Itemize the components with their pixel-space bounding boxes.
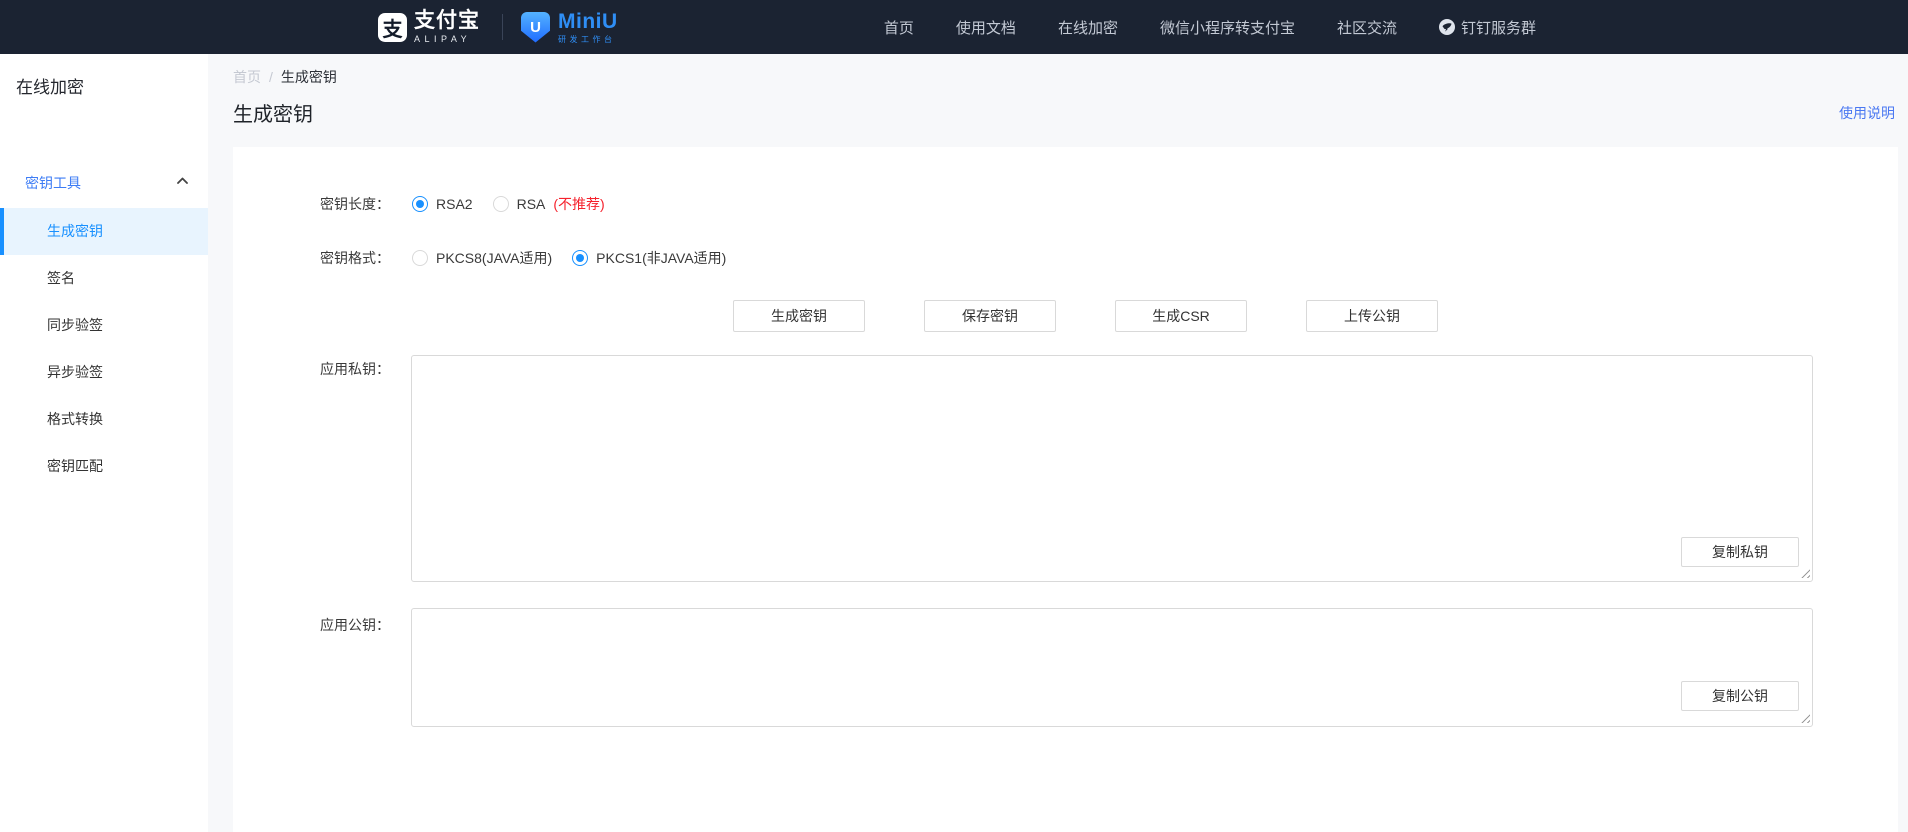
public-key-textarea[interactable] (411, 608, 1813, 727)
radio-rsa2[interactable]: RSA2 (412, 196, 473, 212)
copy-public-key-button[interactable]: 复制公钥 (1681, 681, 1799, 711)
app-root: 支 支付宝 ALIPAY U MiniU 研发工作台 首页 使用文档 在线加密 … (0, 0, 1908, 832)
radio-rsa[interactable]: RSA (不推荐) (493, 194, 605, 214)
miniu-shield-icon: U (521, 12, 550, 43)
upload-public-key-button[interactable]: 上传公钥 (1306, 300, 1438, 332)
sidebar-item-sign[interactable]: 签名 (0, 255, 208, 302)
miniu-logo-subtitle: 研发工作台 (558, 36, 618, 44)
radio-pkcs1-label: PKCS1(非JAVA适用) (596, 248, 726, 268)
page-title: 生成密钥 (233, 98, 313, 127)
nav-item-dingtalk-group[interactable]: 钉钉服务群 (1439, 17, 1536, 38)
sidebar-group-label: 密钥工具 (25, 173, 81, 193)
alipay-logo-text: 支付宝 (414, 10, 480, 31)
breadcrumb-separator: / (269, 69, 273, 85)
radio-pkcs8[interactable]: PKCS8(JAVA适用) (412, 248, 552, 268)
usage-help-link[interactable]: 使用说明 (1839, 103, 1895, 123)
action-button-row: 生成密钥 保存密钥 生成CSR 上传公钥 (733, 300, 1438, 332)
nav-item-online-encrypt[interactable]: 在线加密 (1058, 17, 1118, 38)
radio-pkcs1[interactable]: PKCS1(非JAVA适用) (572, 248, 726, 268)
key-length-row: 密钥长度： RSA2 RSA (不推荐) (233, 188, 605, 220)
radio-rsa2-label: RSA2 (436, 196, 473, 212)
logo-divider (502, 14, 503, 40)
radio-rsa-not-recommended-note: (不推荐) (553, 194, 604, 214)
main-header: 首页 / 生成密钥 生成密钥 使用说明 (208, 54, 1908, 147)
sidebar-item-format-convert[interactable]: 格式转换 (0, 396, 208, 443)
nav-item-home[interactable]: 首页 (884, 17, 914, 38)
sidebar-item-async-verify[interactable]: 异步验签 (0, 349, 208, 396)
alipay-logo-subtitle: ALIPAY (414, 35, 480, 44)
private-key-field: 复制私钥 (411, 355, 1813, 582)
radio-pkcs8-circle[interactable] (412, 250, 428, 266)
save-key-button[interactable]: 保存密钥 (924, 300, 1056, 332)
miniu-logo-text: MiniU (558, 11, 618, 32)
generate-key-button[interactable]: 生成密钥 (733, 300, 865, 332)
nav-item-community[interactable]: 社区交流 (1337, 17, 1397, 38)
nav-item-docs[interactable]: 使用文档 (956, 17, 1016, 38)
private-key-textarea[interactable] (411, 355, 1813, 582)
private-key-label: 应用私钥： (233, 353, 390, 385)
public-key-field: 复制公钥 (411, 608, 1813, 727)
radio-rsa2-circle[interactable] (412, 196, 428, 212)
chevron-up-icon[interactable] (177, 177, 188, 184)
nav-item-wechat-to-alipay[interactable]: 微信小程序转支付宝 (1160, 17, 1295, 38)
key-format-row: 密钥格式： PKCS8(JAVA适用) PKCS1(非JAVA适用) (233, 242, 726, 274)
radio-rsa-circle[interactable] (493, 196, 509, 212)
sidebar: 在线加密 密钥工具 生成密钥 签名 同步验签 异步验签 格式转换 密钥匹配 (0, 54, 208, 832)
key-length-radio-group: RSA2 RSA (不推荐) (412, 194, 605, 214)
key-format-radio-group: PKCS8(JAVA适用) PKCS1(非JAVA适用) (412, 248, 726, 268)
copy-private-key-button[interactable]: 复制私钥 (1681, 537, 1799, 567)
content-card: 密钥长度： RSA2 RSA (不推荐) 密钥格式： PKCS8(JAVA适用) (233, 147, 1898, 832)
breadcrumb: 首页 / 生成密钥 (233, 67, 337, 87)
alipay-logo-icon: 支 (378, 13, 407, 42)
logo-group[interactable]: 支 支付宝 ALIPAY U MiniU 研发工作台 (378, 0, 618, 54)
sidebar-item-key-match[interactable]: 密钥匹配 (0, 443, 208, 490)
radio-pkcs1-circle[interactable] (572, 250, 588, 266)
breadcrumb-current: 生成密钥 (281, 69, 337, 85)
sidebar-menu: 生成密钥 签名 同步验签 异步验签 格式转换 密钥匹配 (0, 208, 208, 490)
radio-rsa-label: RSA (517, 196, 546, 212)
key-format-label: 密钥格式： (233, 242, 390, 274)
radio-pkcs8-label: PKCS8(JAVA适用) (436, 248, 552, 268)
sidebar-item-generate-key[interactable]: 生成密钥 (0, 208, 208, 255)
sidebar-group-key-tools[interactable]: 密钥工具 (0, 167, 208, 199)
nav-item-dingtalk-label: 钉钉服务群 (1461, 17, 1536, 38)
public-key-label: 应用公钥： (233, 609, 390, 641)
top-nav-menu: 首页 使用文档 在线加密 微信小程序转支付宝 社区交流 钉钉服务群 (884, 0, 1536, 54)
sidebar-item-sync-verify[interactable]: 同步验签 (0, 302, 208, 349)
sidebar-title: 在线加密 (16, 73, 84, 98)
top-navbar: 支 支付宝 ALIPAY U MiniU 研发工作台 首页 使用文档 在线加密 … (0, 0, 1908, 54)
generate-csr-button[interactable]: 生成CSR (1115, 300, 1247, 332)
key-length-label: 密钥长度： (233, 188, 390, 220)
breadcrumb-home[interactable]: 首页 (233, 69, 261, 85)
dingtalk-icon (1439, 19, 1455, 35)
